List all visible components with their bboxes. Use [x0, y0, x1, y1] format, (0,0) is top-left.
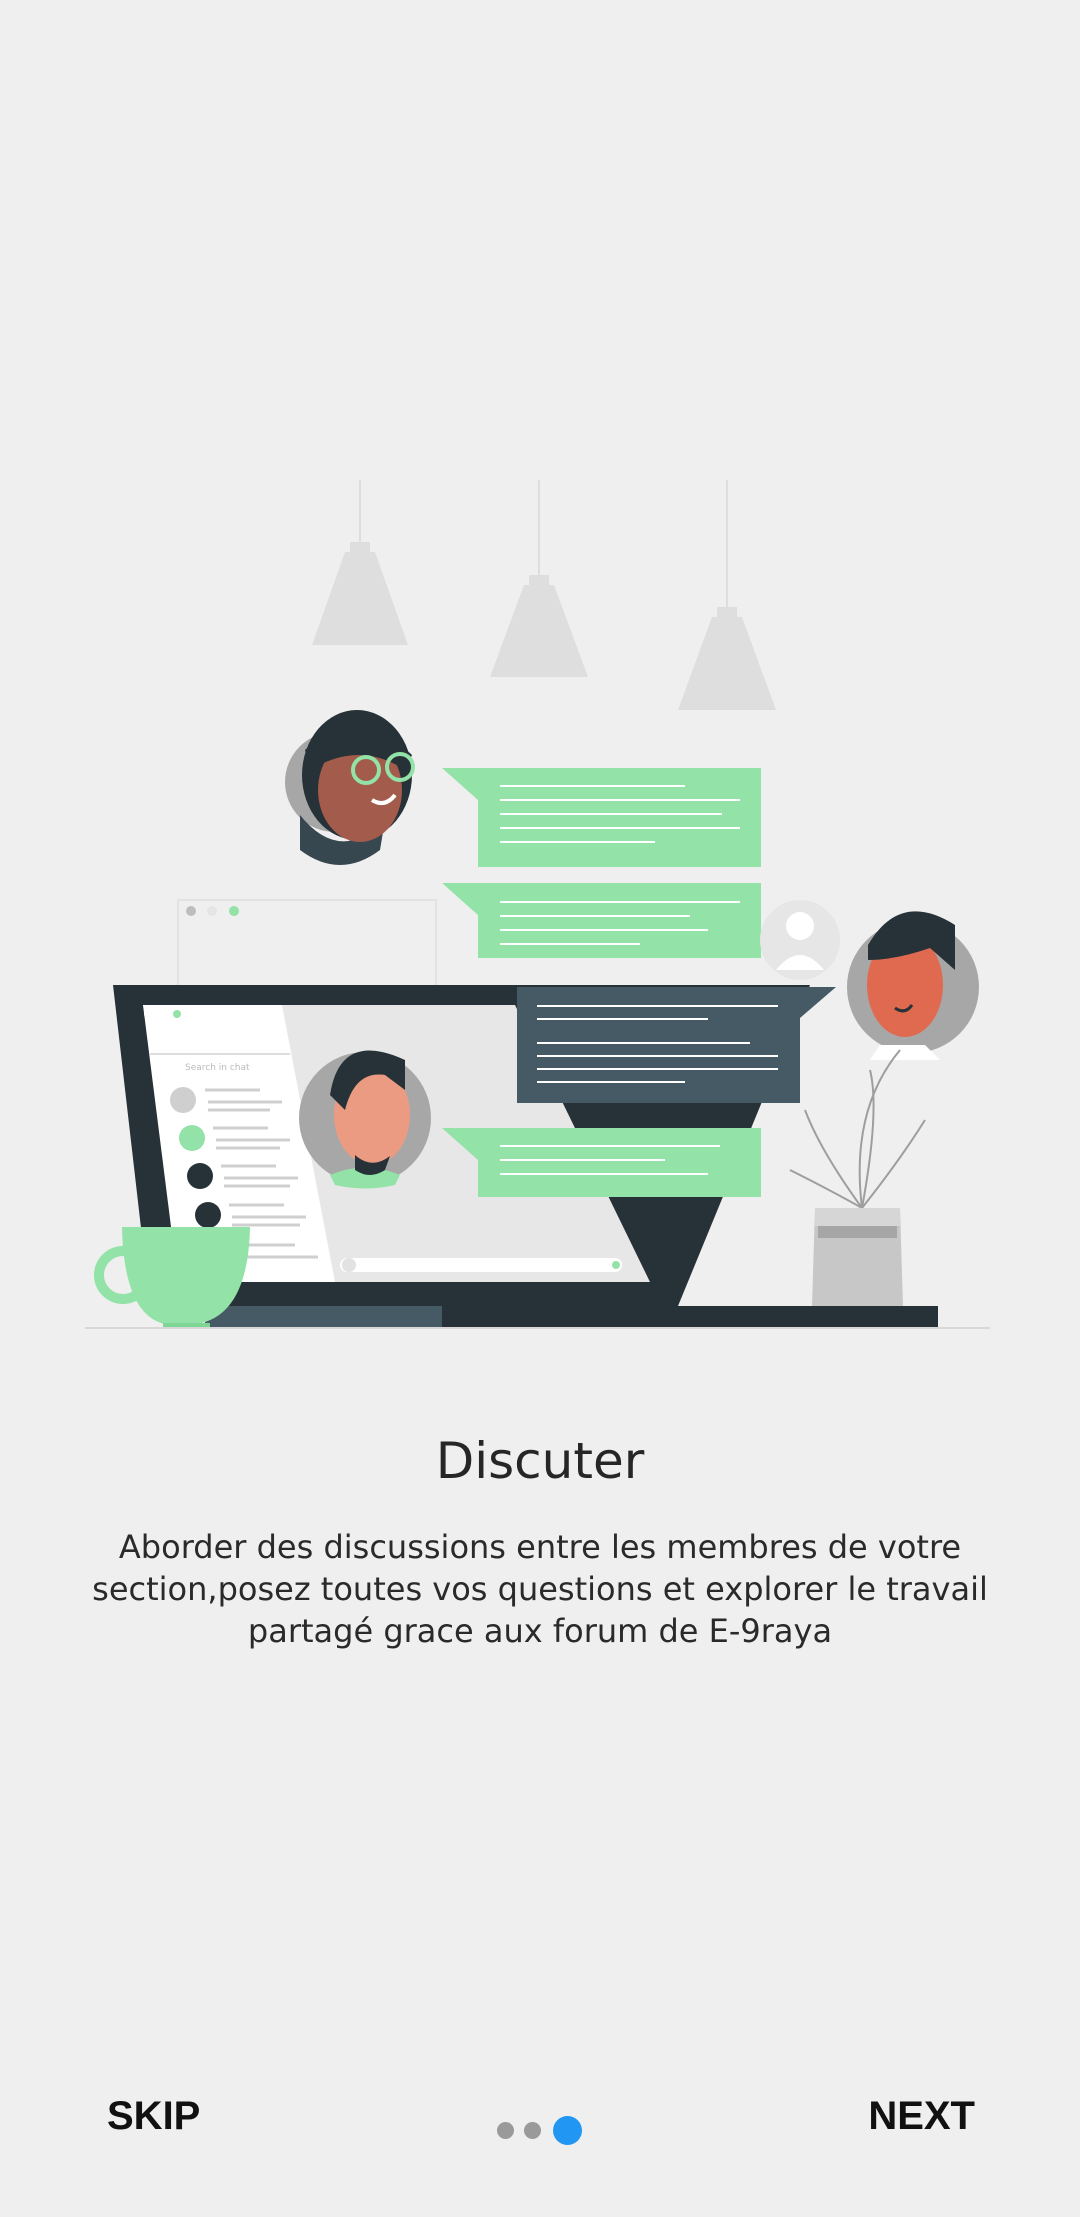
chat-bubble-dark: [517, 987, 836, 1103]
onboarding-nav-bar: SKIP NEXT: [0, 2080, 1080, 2160]
page-title: Discuter: [435, 1432, 645, 1490]
man-avatar: [847, 911, 979, 1060]
chat-illustration: Search in chat: [85, 480, 990, 1329]
woman-avatar: [285, 710, 415, 865]
lamp-icon: [312, 480, 776, 710]
plant-icon: [789, 1049, 926, 1306]
skip-button[interactable]: SKIP: [107, 2094, 200, 2139]
page-description: Aborder des discussions entre les membre…: [92, 1528, 988, 1650]
page-dot-1: [497, 2122, 514, 2139]
page-dot-2: [524, 2122, 541, 2139]
chat-bubble: [442, 883, 761, 958]
laptop-search-placeholder: Search in chat: [185, 1063, 250, 1073]
chat-bubble: [442, 1128, 761, 1197]
next-button[interactable]: NEXT: [868, 2094, 975, 2139]
user-icon: [760, 900, 840, 980]
page-dot-3-active: [553, 2116, 582, 2145]
chat-bubble: [442, 768, 761, 867]
